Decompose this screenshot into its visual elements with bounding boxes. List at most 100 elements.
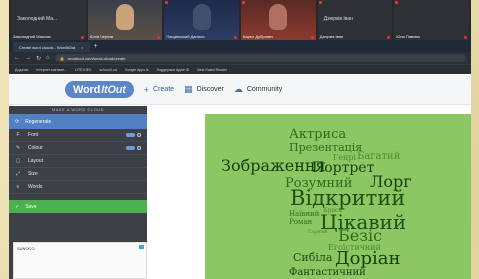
sidebar-item-label: Words — [28, 184, 43, 190]
participant-tile-3[interactable]: Карел Дубрович — [241, 0, 316, 40]
muted-mic-icon — [464, 36, 468, 39]
participant-tile-0[interactable]: Заколодний Ма... Заколодний Максим — [11, 0, 86, 40]
cloud-word: Безіс — [338, 226, 383, 245]
save-button[interactable]: ✓ Save — [9, 200, 147, 213]
refresh-icon: ⟳ — [15, 118, 20, 125]
cloud-word: Фантастичний — [289, 267, 366, 278]
nav-discover[interactable]: ▦ Discover — [184, 84, 224, 95]
participant-name: Юлія Черпак — [89, 34, 114, 39]
new-tab-button[interactable]: + — [94, 43, 98, 50]
chat-icon: ☁ — [233, 84, 243, 94]
participant-tile-2[interactable]: Пащинський Данило — [164, 0, 240, 40]
layout-icon: ▢ — [15, 158, 21, 164]
camera-off-icon — [165, 1, 169, 4]
cloud-word: Наївний — [289, 210, 320, 218]
participant-name: Юля Павлюк — [396, 34, 421, 39]
sidebar-item-words[interactable]: ≡ Words — [9, 181, 147, 194]
sidebar-item-label: Colour — [28, 145, 43, 151]
cloud-word: Відкритий — [290, 186, 406, 210]
regenerate-button[interactable]: ⟳ Regenerate — [9, 114, 147, 129]
word-cloud: Актриса Презентація Генрі Багатий Зображ… — [205, 114, 471, 279]
address-bar[interactable]: 🔒 worditout.com/word-cloud/create — [54, 54, 466, 62]
forward-icon[interactable]: → — [25, 55, 31, 61]
close-tab-icon[interactable]: × — [81, 45, 83, 50]
video-call-strip: Заколодний Ма... Заколодний Максим Юлія … — [9, 0, 471, 40]
bookmarks-bar: Додатки Інтернет-магазин... LITE.KIEV sc… — [9, 64, 471, 74]
sidebar-item-layout[interactable]: ▢ Layout — [9, 155, 147, 168]
logo-itout: ItOut — [101, 83, 126, 96]
plus-icon: + — [143, 84, 150, 95]
participant-video — [269, 4, 288, 30]
bookmark-item[interactable]: school.il.ua — [99, 68, 117, 72]
nav-community-label: Community — [246, 86, 283, 93]
cloud-word: Презентація — [289, 141, 363, 154]
screen: Заколодний Ма... Заколодний Максим Юлія … — [9, 0, 471, 279]
bookmark-item[interactable]: Додатки — [15, 68, 28, 72]
site-header: Word ItOut + Create ▦ Discover ☁ Communi… — [9, 75, 471, 105]
font-toggles[interactable] — [126, 133, 141, 137]
participant-name: Дзюрків Іван — [323, 16, 353, 22]
reload-icon[interactable]: ↻ — [36, 55, 41, 62]
sidebar-item-size[interactable]: ⤢ Size — [9, 168, 147, 181]
participant-name: Заколодний Ма... — [17, 16, 58, 22]
save-icon: ✓ — [15, 203, 20, 210]
camera-off-icon — [242, 1, 246, 4]
brush-icon: ✎ — [15, 145, 21, 151]
bookmark-item[interactable]: Best Rated Reader — [197, 68, 227, 72]
participant-video — [192, 4, 211, 30]
resize-icon: ⤢ — [15, 171, 20, 177]
participant-tile-5[interactable]: Юля Павлюк — [394, 0, 470, 40]
adchoices-icon[interactable] — [139, 245, 144, 249]
bookmark-item[interactable]: Поддержка Apple ID — [157, 68, 190, 72]
browser-toolbar: ← → ↻ ⌂ 🔒 worditout.com/word-cloud/creat… — [9, 52, 471, 64]
sidebar-item-label: Layout — [28, 158, 44, 164]
bookmark-item[interactable]: Google Apps Is — [125, 68, 149, 72]
cloud-word: Актриса — [289, 127, 347, 142]
sidebar: MAKE A WORD CLOUD ⟳ Regenerate F Font ✎ … — [9, 106, 147, 279]
cloud-word: Зображення — [221, 156, 326, 175]
participant-fullname: Заколодний Максим — [13, 34, 51, 39]
colour-toggles[interactable] — [126, 146, 141, 150]
home-icon[interactable]: ⌂ — [46, 55, 50, 61]
camera-off-icon — [318, 1, 322, 4]
cloud-word: Сибіла — [293, 251, 333, 264]
bookmark-item[interactable]: Інтернет-магазин... — [36, 68, 67, 72]
ad-text: SUNOCO — [17, 246, 35, 251]
url-text: worditout.com/word-cloud/create — [67, 55, 126, 61]
participant-name: Карел Дубрович — [243, 34, 274, 39]
sidebar-item-label: Size — [28, 171, 38, 177]
logo-word: Word — [73, 83, 101, 96]
participant-tile-4[interactable]: Дзюрків Іван Дзюрків Іван — [317, 0, 393, 40]
cloud-word: Роман — [289, 218, 313, 226]
muted-mic-icon — [80, 36, 84, 39]
muted-mic-icon — [310, 36, 314, 39]
browser-tab[interactable]: Create word clouds - WordItOut × — [13, 42, 90, 52]
list-icon: ≡ — [16, 184, 20, 190]
browser-tabbar: Create word clouds - WordItOut × + — [9, 40, 471, 52]
save-label: Save — [25, 203, 37, 210]
muted-mic-icon — [387, 36, 391, 39]
advertisement[interactable]: SUNOCO — [13, 242, 147, 279]
nav-create[interactable]: + Create — [144, 85, 174, 95]
participant-name: Пащинський Данило — [166, 34, 205, 39]
participant-video — [116, 4, 134, 30]
nav-create-label: Create — [153, 86, 175, 93]
muted-mic-icon — [234, 36, 238, 39]
cloud-word: Доріан — [335, 248, 401, 269]
bookmark-item[interactable]: LITE.KIEV — [75, 68, 91, 72]
sidebar-item-font[interactable]: F Font — [9, 129, 147, 142]
nav-community[interactable]: ☁ Community — [234, 84, 282, 95]
regenerate-label: Regenerate — [25, 118, 52, 125]
sidebar-item-colour[interactable]: ✎ Colour — [9, 142, 147, 155]
participant-fullname: Дзюрків Іван — [319, 34, 344, 39]
back-icon[interactable]: ← — [14, 55, 20, 61]
muted-mic-icon — [157, 36, 161, 39]
font-icon: F — [16, 132, 20, 138]
tab-title: Create word clouds - WordItOut — [19, 44, 76, 50]
worditout-logo[interactable]: Word ItOut — [65, 81, 134, 98]
participant-tile-1[interactable]: Юлія Черпак — [87, 0, 163, 40]
cloud-word: Гарний — [308, 229, 328, 235]
sidebar-item-label: Font — [28, 132, 39, 138]
camera-off-icon — [395, 1, 399, 4]
grid-icon: ▦ — [184, 84, 193, 94]
